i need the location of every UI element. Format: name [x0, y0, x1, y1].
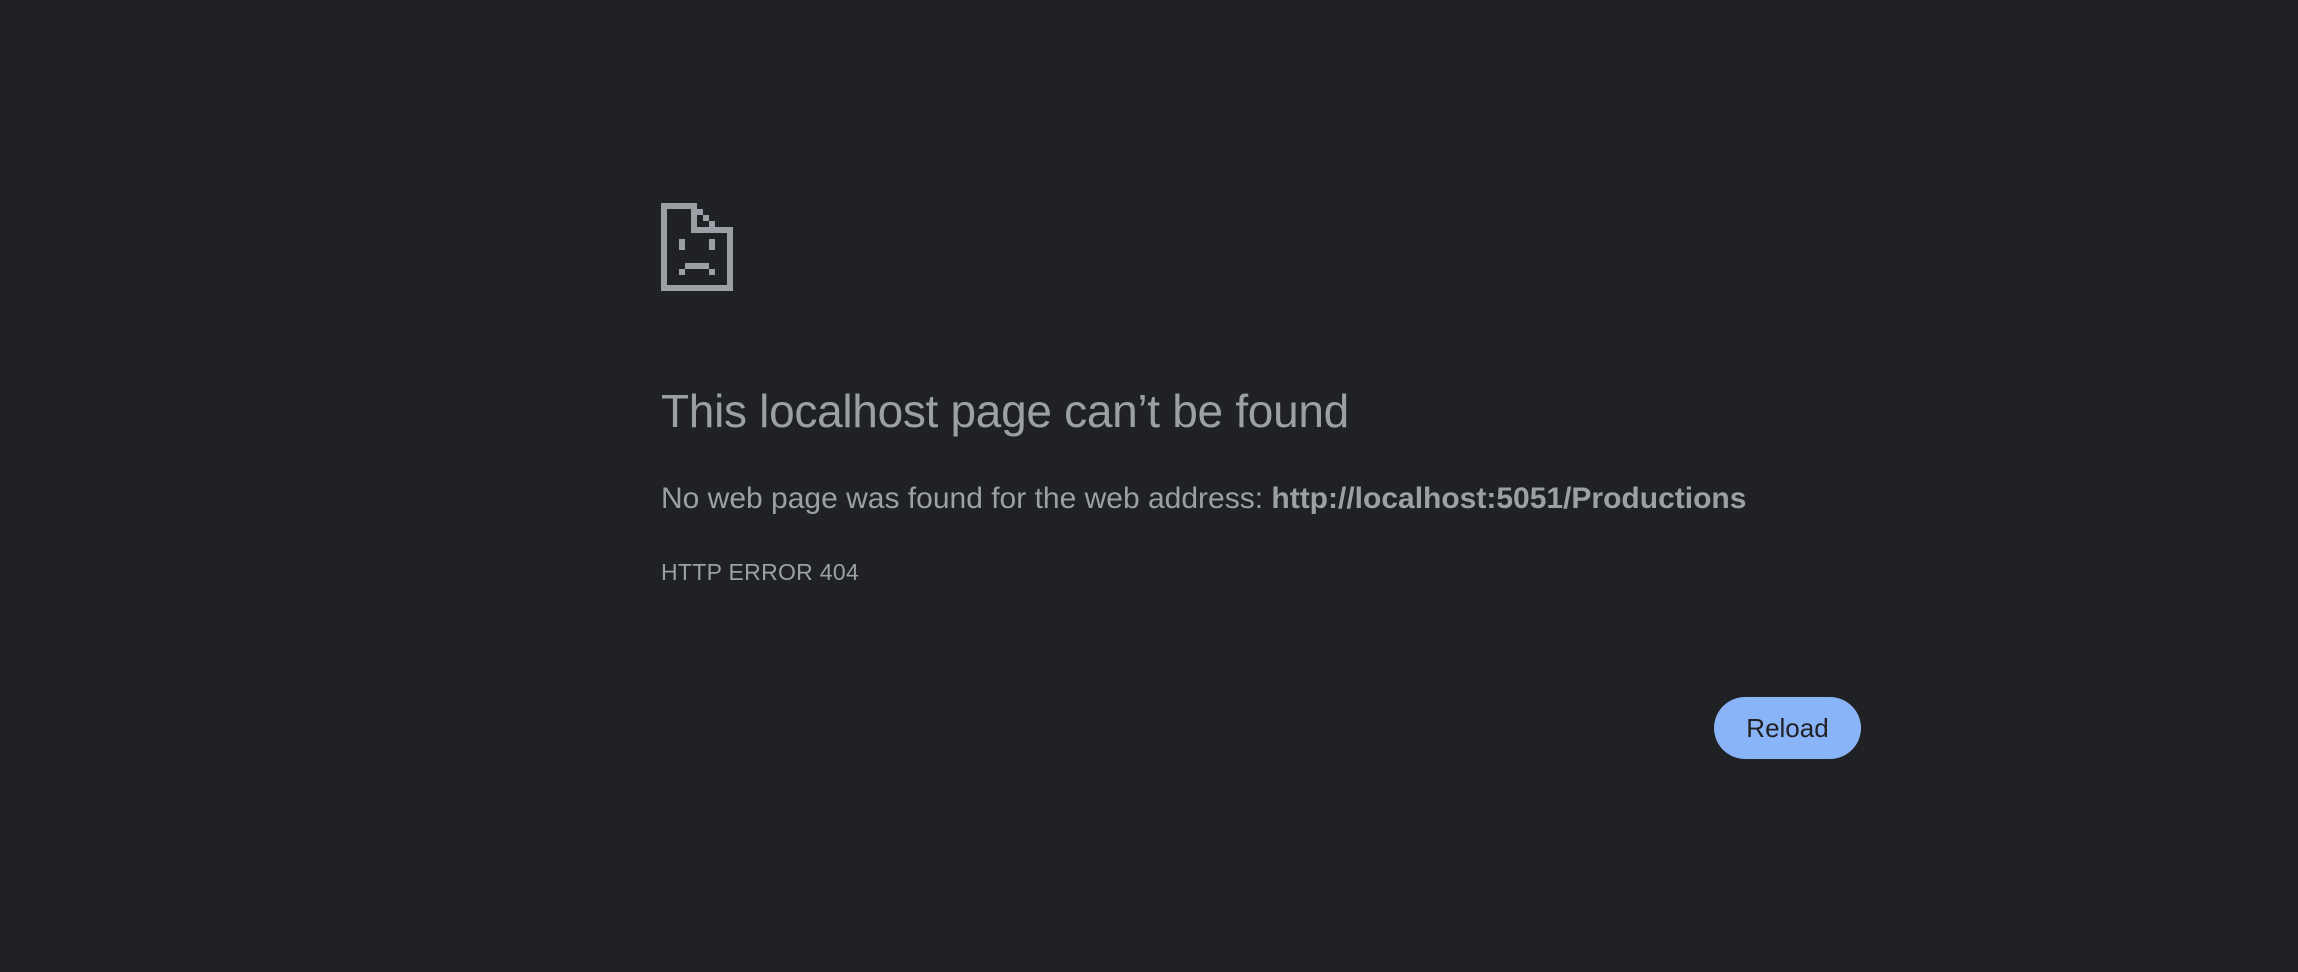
error-description: No web page was found for the web addres… — [661, 480, 1746, 518]
error-content: This localhost page can’t be found No we… — [661, 203, 1861, 585]
requested-url: http://localhost:5051/Productions — [1271, 482, 1747, 515]
error-heading: This localhost page can’t be found — [661, 385, 1349, 437]
description-prefix: No web page was found for the web addres… — [661, 482, 1272, 515]
sad-document-icon — [661, 203, 733, 291]
error-code: HTTP ERROR 404 — [661, 559, 860, 585]
error-page: { "icon": "sad-document-icon", "heading"… — [0, 0, 2298, 972]
reload-button[interactable]: Reload — [1714, 697, 1861, 759]
